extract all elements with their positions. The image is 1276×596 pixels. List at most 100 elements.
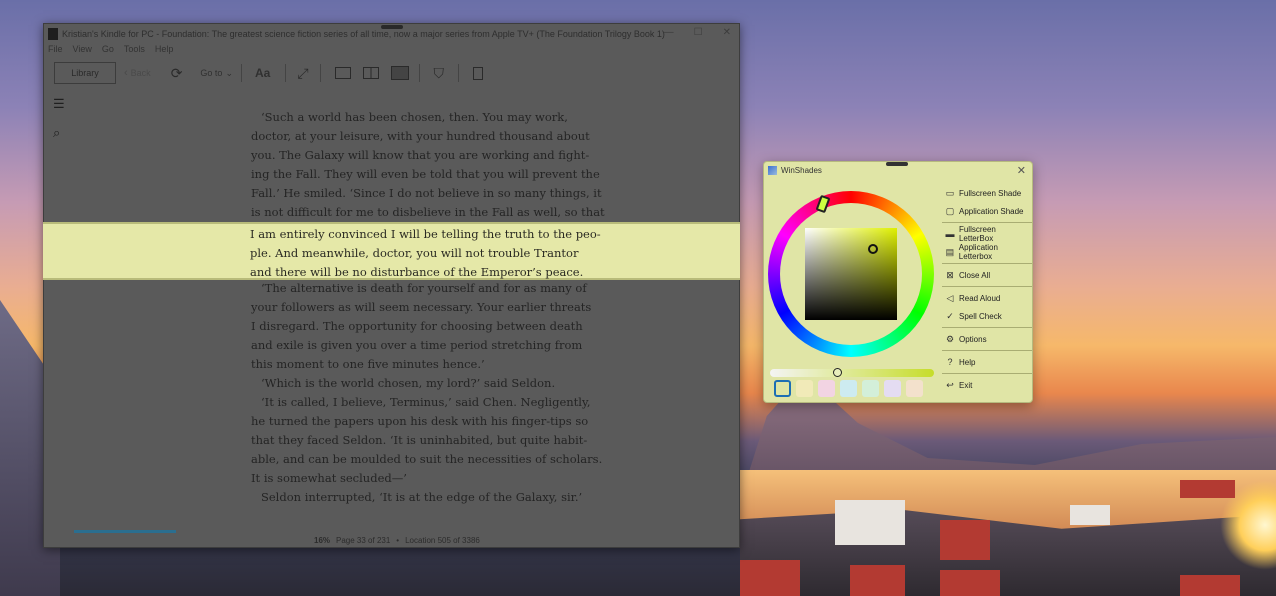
notebook-icon[interactable] (473, 66, 484, 80)
menu-view[interactable]: View (73, 44, 92, 58)
maximize-button[interactable]: ☐ (694, 27, 703, 38)
color-swatch[interactable] (774, 380, 791, 397)
kindle-window: Kristian's Kindle for PC - Foundation: T… (43, 23, 740, 548)
color-swatch[interactable] (796, 380, 813, 397)
close-button[interactable]: ✕ (1017, 164, 1026, 177)
reader-sidebar: ☰ ⌕ (44, 88, 74, 549)
menu-read-aloud[interactable]: ◁ Read Aloud (942, 289, 1032, 307)
menu-divider (942, 373, 1032, 374)
library-button[interactable]: Library (54, 62, 116, 84)
color-swatches (774, 380, 923, 397)
table-of-contents-icon[interactable]: ☰ (53, 96, 65, 112)
menu-divider (942, 222, 1032, 223)
menu-fullscreen-shade[interactable]: ▭ Fullscreen Shade (942, 184, 1032, 202)
menu-item-label: Application Letterbox (958, 243, 998, 261)
book-text-line: Seldon interrupted, ‘It is at the edge o… (261, 490, 583, 504)
color-swatch[interactable] (906, 380, 923, 397)
menu-close-all[interactable]: ⊠ Close All (942, 266, 1032, 284)
reading-status: 16% Page 33 of 231 • Location 505 of 338… (314, 536, 480, 545)
book-text-line: you. The Galaxy will know that you are w… (251, 148, 590, 162)
menu-application-letterbox[interactable]: ▤ Application Letterbox (942, 243, 1032, 261)
menu-bar: File View Go Tools Help (48, 44, 173, 58)
location-indicator: Location 505 of 3386 (405, 536, 480, 545)
window-icon: ▢ (945, 205, 955, 216)
toolbar-divider (319, 64, 321, 82)
winshades-title-bar[interactable]: WinShades (768, 166, 822, 175)
bookmark-icon[interactable]: ⛉ (434, 65, 445, 82)
reading-progress-bar[interactable] (74, 530, 176, 533)
wallpaper-house (740, 560, 800, 596)
toolbar-divider (458, 64, 460, 82)
chevron-down-icon: ⌄ (225, 67, 233, 78)
book-text-line: I disregard. The opportunity for choosin… (251, 319, 583, 333)
fullscreen-icon[interactable]: ⤢ (297, 65, 308, 82)
book-text-line: and there will be no disturbance of the … (250, 265, 584, 279)
menu-fullscreen-letterbox[interactable]: ▬ Fullscreen LetterBox (942, 225, 1032, 243)
kindle-logo-icon (48, 28, 58, 40)
winshades-logo-icon (768, 166, 777, 175)
goto-label: Go to (200, 68, 223, 78)
menu-exit[interactable]: ↩ Exit (942, 376, 1032, 394)
kindle-title-bar[interactable]: Kristian's Kindle for PC - Foundation: T… (44, 24, 739, 44)
window-drag-handle[interactable] (886, 162, 908, 166)
menu-item-label: Application Shade (959, 206, 1024, 216)
page-indicator: Page 33 of 231 (336, 536, 391, 545)
color-swatch[interactable] (862, 380, 879, 397)
font-settings-button[interactable]: Aa (255, 66, 270, 80)
book-text-line: ple. And meanwhile, doctor, you will not… (250, 246, 579, 260)
back-button[interactable]: ‹ Back (124, 67, 151, 79)
close-button[interactable]: ✕ (723, 27, 731, 38)
wallpaper-house (940, 520, 990, 560)
menu-help[interactable]: ? Help (942, 353, 1032, 371)
color-picker-knob[interactable] (868, 244, 878, 254)
menu-item-label: Close All (959, 270, 991, 280)
book-text-line: Fall.’ He smiled. ‘Since I do not believ… (251, 186, 602, 200)
menu-help[interactable]: Help (155, 44, 174, 58)
toolbar: Library ‹ Back ⟳ Go to ⌄ Aa ⤢ ⛉ (44, 58, 739, 88)
help-icon: ? (947, 357, 953, 367)
minimize-button[interactable]: — (664, 27, 674, 38)
book-page: ‘Such a world has been chosen, then. You… (251, 108, 605, 507)
sync-icon[interactable]: ⟳ (171, 65, 183, 82)
book-text-line: doctor, at your leisure, with your hundr… (251, 129, 590, 143)
book-text-line: ‘Such a world has been chosen, then. You… (261, 110, 568, 124)
search-icon[interactable]: ⌕ (53, 125, 60, 141)
book-text-line: your followers as will seem necessary. Y… (251, 300, 592, 314)
app-letterbox-icon: ▤ (945, 246, 955, 257)
book-text-line: and exile is given you over a time perio… (251, 338, 583, 352)
menu-spell-check[interactable]: ✓ Spell Check (942, 307, 1032, 325)
color-swatch[interactable] (818, 380, 835, 397)
book-text-line: ‘Which is the world chosen, my lord?’ sa… (261, 376, 556, 390)
two-page-icon[interactable] (362, 67, 379, 79)
single-page-icon[interactable] (334, 67, 351, 79)
toolbar-divider (240, 64, 242, 82)
toolbar-divider (285, 64, 287, 82)
opacity-slider[interactable] (770, 369, 934, 377)
menu-go[interactable]: Go (102, 44, 114, 58)
wallpaper-house (940, 570, 1000, 596)
menu-item-label: Help (959, 357, 976, 367)
book-text-line: able, and can be moulded to suit the nec… (251, 452, 603, 466)
book-text-line: is not difficult for me to disbelieve in… (251, 205, 605, 219)
book-text-line: ‘It is called, I believe, Terminus,’ sai… (261, 395, 591, 409)
window-controls: — ☐ ✕ (664, 27, 731, 38)
wallpaper-house (835, 500, 905, 545)
speaker-icon: ◁ (946, 292, 954, 303)
opacity-slider-knob[interactable] (833, 368, 842, 377)
status-separator: • (396, 536, 400, 545)
book-text-line: this moment to one five minutes hence.’ (251, 357, 485, 371)
exit-icon: ↩ (946, 379, 954, 390)
color-swatch[interactable] (884, 380, 901, 397)
color-swatch[interactable] (840, 380, 857, 397)
menu-options[interactable]: ⚙ Options (942, 330, 1032, 348)
hue-wheel[interactable] (768, 191, 934, 357)
columns-icon[interactable] (390, 66, 409, 80)
book-text-line: ing the Fall. They will even be told tha… (251, 167, 600, 181)
menu-tools[interactable]: Tools (124, 44, 145, 58)
highlighted-text: I am entirely convinced I will be tellin… (250, 225, 601, 282)
menu-application-shade[interactable]: ▢ Application Shade (942, 202, 1032, 220)
saturation-value-picker[interactable] (805, 228, 897, 320)
back-label: Back (130, 68, 151, 78)
goto-button[interactable]: Go to ⌄ (200, 68, 233, 79)
menu-file[interactable]: File (48, 44, 63, 58)
